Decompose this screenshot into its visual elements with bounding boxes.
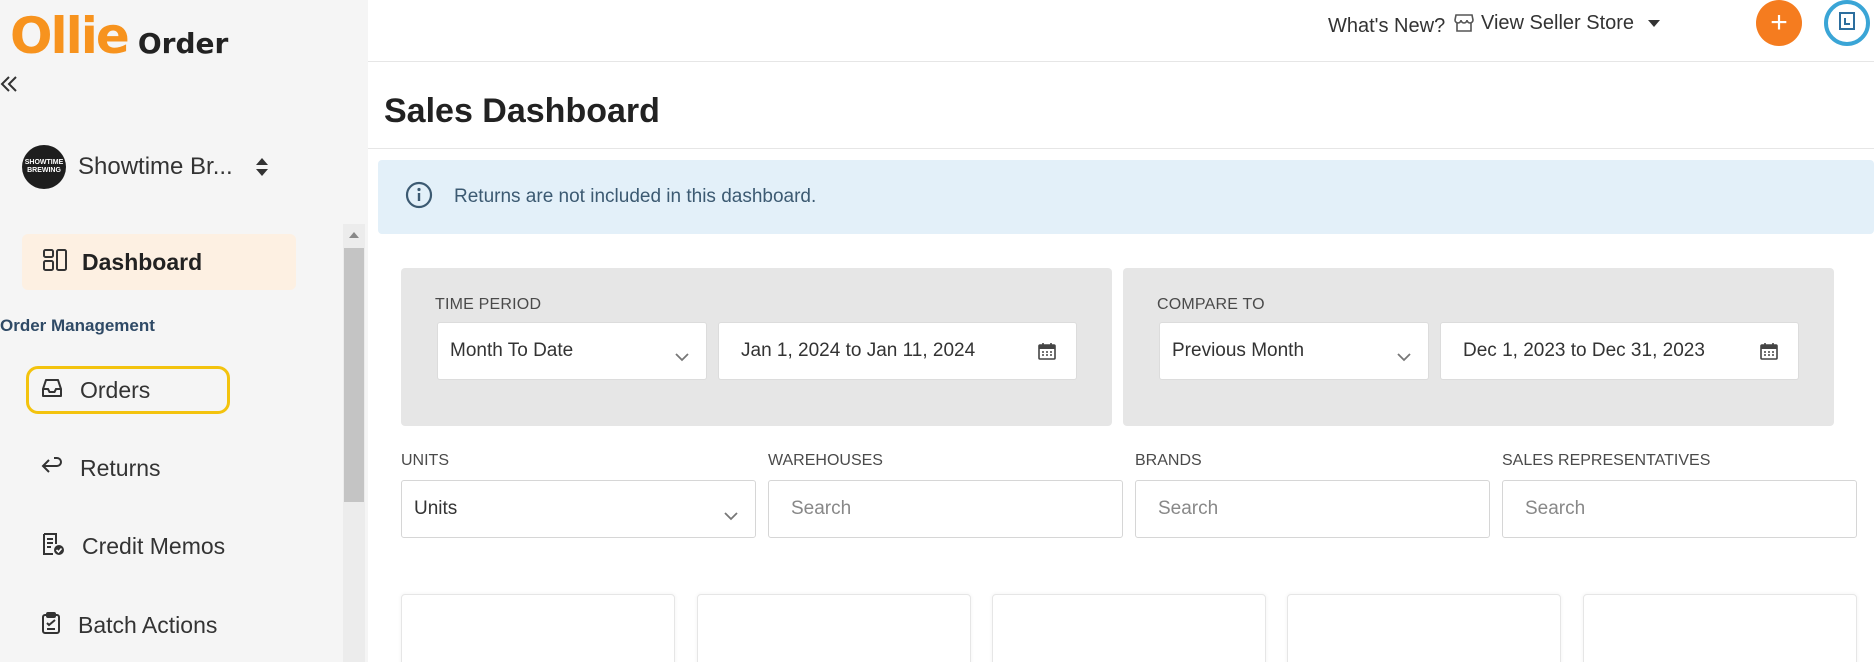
caret-down-icon xyxy=(1648,20,1661,27)
time-period-date-range[interactable]: Jan 1, 2024 to Jan 11, 2024 xyxy=(718,322,1077,380)
divider xyxy=(368,148,1874,149)
compare-to-date-range[interactable]: Dec 1, 2023 to Dec 31, 2023 xyxy=(1440,322,1799,380)
time-period-value: Month To Date xyxy=(450,340,574,361)
sidebar-item-label: Orders xyxy=(80,376,151,403)
store-switcher[interactable]: SHOWTIME BREWING Showtime Br... xyxy=(22,142,272,192)
info-text: Returns are not included in this dashboa… xyxy=(454,186,817,207)
units-select[interactable]: Units xyxy=(401,480,756,538)
compare-to-select[interactable]: Previous Month xyxy=(1159,322,1429,380)
sidebar-item-orders[interactable]: Orders xyxy=(40,366,150,414)
info-banner: Returns are not included in this dashboa… xyxy=(378,160,1874,234)
view-store-label: View Seller Store xyxy=(1481,12,1635,34)
compare-to-panel: COMPARE TO Previous Month Dec 1, 2023 to… xyxy=(1123,268,1834,426)
summary-card xyxy=(401,594,675,662)
logo-brand: Ollie xyxy=(10,7,130,65)
sidebar-item-returns[interactable]: Returns xyxy=(40,444,161,492)
warehouses-filter xyxy=(768,480,1123,538)
compare-to-value: Previous Month xyxy=(1172,340,1305,361)
calendar-icon xyxy=(1038,342,1056,366)
sidebar: Ollie Order SHOWTIME BREWING Showtime Br… xyxy=(0,0,368,662)
chevron-down-icon xyxy=(1396,346,1412,368)
sidebar-item-label: Returns xyxy=(80,454,161,481)
page-title: Sales Dashboard xyxy=(384,92,660,130)
compare-to-range-value: Dec 1, 2023 to Dec 31, 2023 xyxy=(1463,340,1705,361)
summary-card xyxy=(1287,594,1561,662)
app-logo[interactable]: Ollie Order xyxy=(10,6,228,66)
brands-search-input[interactable] xyxy=(1148,498,1455,520)
return-arrow-icon xyxy=(40,455,64,482)
credit-memo-icon xyxy=(40,532,66,561)
summary-card xyxy=(1583,594,1857,662)
warehouses-search-input[interactable] xyxy=(781,498,1088,520)
time-period-range-value: Jan 1, 2024 to Jan 11, 2024 xyxy=(741,340,976,361)
section-title-order-management: Order Management xyxy=(0,316,155,335)
summary-card xyxy=(992,594,1266,662)
user-avatar[interactable] xyxy=(1824,0,1870,46)
calendar-icon xyxy=(1760,342,1778,366)
units-label: UNITS xyxy=(401,452,449,469)
scroll-up-arrow-icon[interactable] xyxy=(349,232,359,238)
sidebar-item-label: Credit Memos xyxy=(82,532,226,559)
dashboard-icon xyxy=(42,248,68,277)
view-seller-store-dropdown[interactable]: View Seller Store xyxy=(1481,12,1661,35)
brands-label: BRANDS xyxy=(1135,452,1202,469)
store-name: Showtime Br... xyxy=(78,153,233,180)
whats-new-label: What's New? xyxy=(1328,14,1446,37)
time-period-select[interactable]: Month To Date xyxy=(437,322,707,380)
user-avatar-icon xyxy=(1836,10,1858,37)
sales-reps-search-input[interactable] xyxy=(1515,498,1822,520)
clipboard-check-icon xyxy=(40,611,62,640)
sales-reps-filter xyxy=(1502,480,1857,538)
brands-filter xyxy=(1135,480,1490,538)
units-value: Units xyxy=(414,498,458,519)
chevron-down-icon xyxy=(674,346,690,368)
sort-updown-icon xyxy=(254,155,270,179)
compare-to-label: COMPARE TO xyxy=(1157,296,1265,313)
warehouses-label: WAREHOUSES xyxy=(768,452,883,469)
summary-card xyxy=(697,594,971,662)
plus-icon: + xyxy=(1770,6,1788,39)
sidebar-item-label: Batch Actions xyxy=(78,611,218,638)
inbox-icon xyxy=(40,377,64,404)
store-avatar: SHOWTIME BREWING xyxy=(22,145,66,189)
time-period-panel: TIME PERIOD Month To Date Jan 1, 2024 to… xyxy=(401,268,1112,426)
collapse-sidebar-icon[interactable] xyxy=(0,72,20,96)
sales-reps-label: SALES REPRESENTATIVES xyxy=(1502,452,1711,469)
sidebar-item-label: Dashboard xyxy=(82,248,203,275)
time-period-label: TIME PERIOD xyxy=(435,296,542,313)
sidebar-item-batch-actions[interactable]: Batch Actions xyxy=(40,601,217,649)
whats-new-link[interactable]: What's New? xyxy=(1328,12,1475,40)
chevron-down-icon xyxy=(723,505,739,527)
scrollbar-thumb[interactable] xyxy=(344,248,364,502)
add-new-button[interactable]: + xyxy=(1756,0,1802,46)
info-icon xyxy=(404,180,434,215)
top-bar: What's New? View Seller Store + xyxy=(368,0,1874,62)
sidebar-scrollbar[interactable] xyxy=(343,224,365,662)
sidebar-item-dashboard[interactable]: Dashboard xyxy=(22,234,296,290)
sidebar-item-credit-memos[interactable]: Credit Memos xyxy=(40,522,225,570)
store-icon xyxy=(1453,12,1475,40)
logo-product: Order xyxy=(137,27,229,60)
